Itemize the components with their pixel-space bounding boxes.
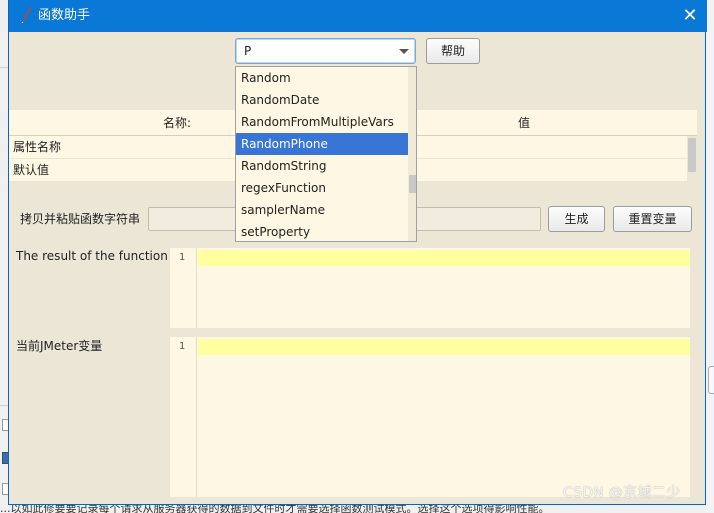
result-editor[interactable]: 1 [170, 248, 690, 328]
dropdown-option[interactable]: setProperty [236, 221, 408, 241]
row-label: 属性名称 [13, 140, 62, 154]
column-header-name[interactable]: 名称: [163, 116, 191, 130]
variables-editor[interactable]: 1 [170, 337, 690, 497]
window-title: 函数助手 [38, 8, 91, 23]
line-number-gutter: 1 [170, 337, 197, 497]
function-dropdown-list[interactable]: Random RandomDate RandomFromMultipleVars… [235, 66, 417, 242]
chevron-down-icon[interactable] [399, 49, 409, 54]
jmeter-feather-icon [21, 7, 32, 23]
background-button[interactable] [708, 366, 714, 394]
row-label: 默认值 [13, 163, 50, 177]
current-line-highlight [198, 339, 690, 355]
table-scrollbar[interactable] [687, 136, 697, 182]
dropdown-scrollbar[interactable] [408, 67, 416, 241]
background-window-right [706, 0, 714, 513]
function-helper-dialog: 函数助手 ✕ P 帮助 名称: 值 属性名称 默认值 拷贝并粘贴函数字符串 生成… [8, 0, 707, 505]
result-label: The result of the function is [16, 249, 182, 263]
line-number: 1 [179, 252, 186, 263]
close-icon: ✕ [682, 5, 698, 26]
current-line-highlight [198, 250, 690, 266]
background-window-left [0, 0, 8, 513]
dropdown-option[interactable]: Random [236, 67, 408, 89]
dropdown-option-selected[interactable]: RandomPhone [236, 133, 408, 155]
help-button[interactable]: 帮助 [426, 38, 480, 64]
title-bar: 函数助手 ✕ [9, 0, 707, 32]
dropdown-option[interactable]: samplerName [236, 199, 408, 221]
watermark: CSDN @京城二少 [563, 485, 681, 501]
column-header-value[interactable]: 值 [518, 116, 530, 130]
dropdown-option[interactable]: RandomDate [236, 89, 408, 111]
line-number: 1 [179, 341, 186, 352]
function-select-value: P [244, 44, 252, 58]
function-string-label: 拷贝并粘贴函数字符串 [20, 212, 141, 226]
dropdown-option[interactable]: regexFunction [236, 177, 408, 199]
reset-variables-button[interactable]: 重置变量 [613, 206, 692, 232]
variables-label: 当前JMeter变量 [16, 339, 103, 353]
background-divider [0, 405, 8, 406]
background-divider [0, 67, 8, 68]
table-scrollbar-thumb[interactable] [688, 138, 696, 172]
line-number-gutter: 1 [170, 248, 197, 328]
dropdown-option[interactable]: RandomFromMultipleVars [236, 111, 408, 133]
dropdown-scrollbar-thumb[interactable] [409, 175, 416, 193]
generate-button[interactable]: 生成 [548, 206, 605, 232]
dropdown-option[interactable]: RandomString [236, 155, 408, 177]
function-select[interactable]: P [235, 38, 416, 64]
close-button[interactable]: ✕ [673, 0, 707, 32]
